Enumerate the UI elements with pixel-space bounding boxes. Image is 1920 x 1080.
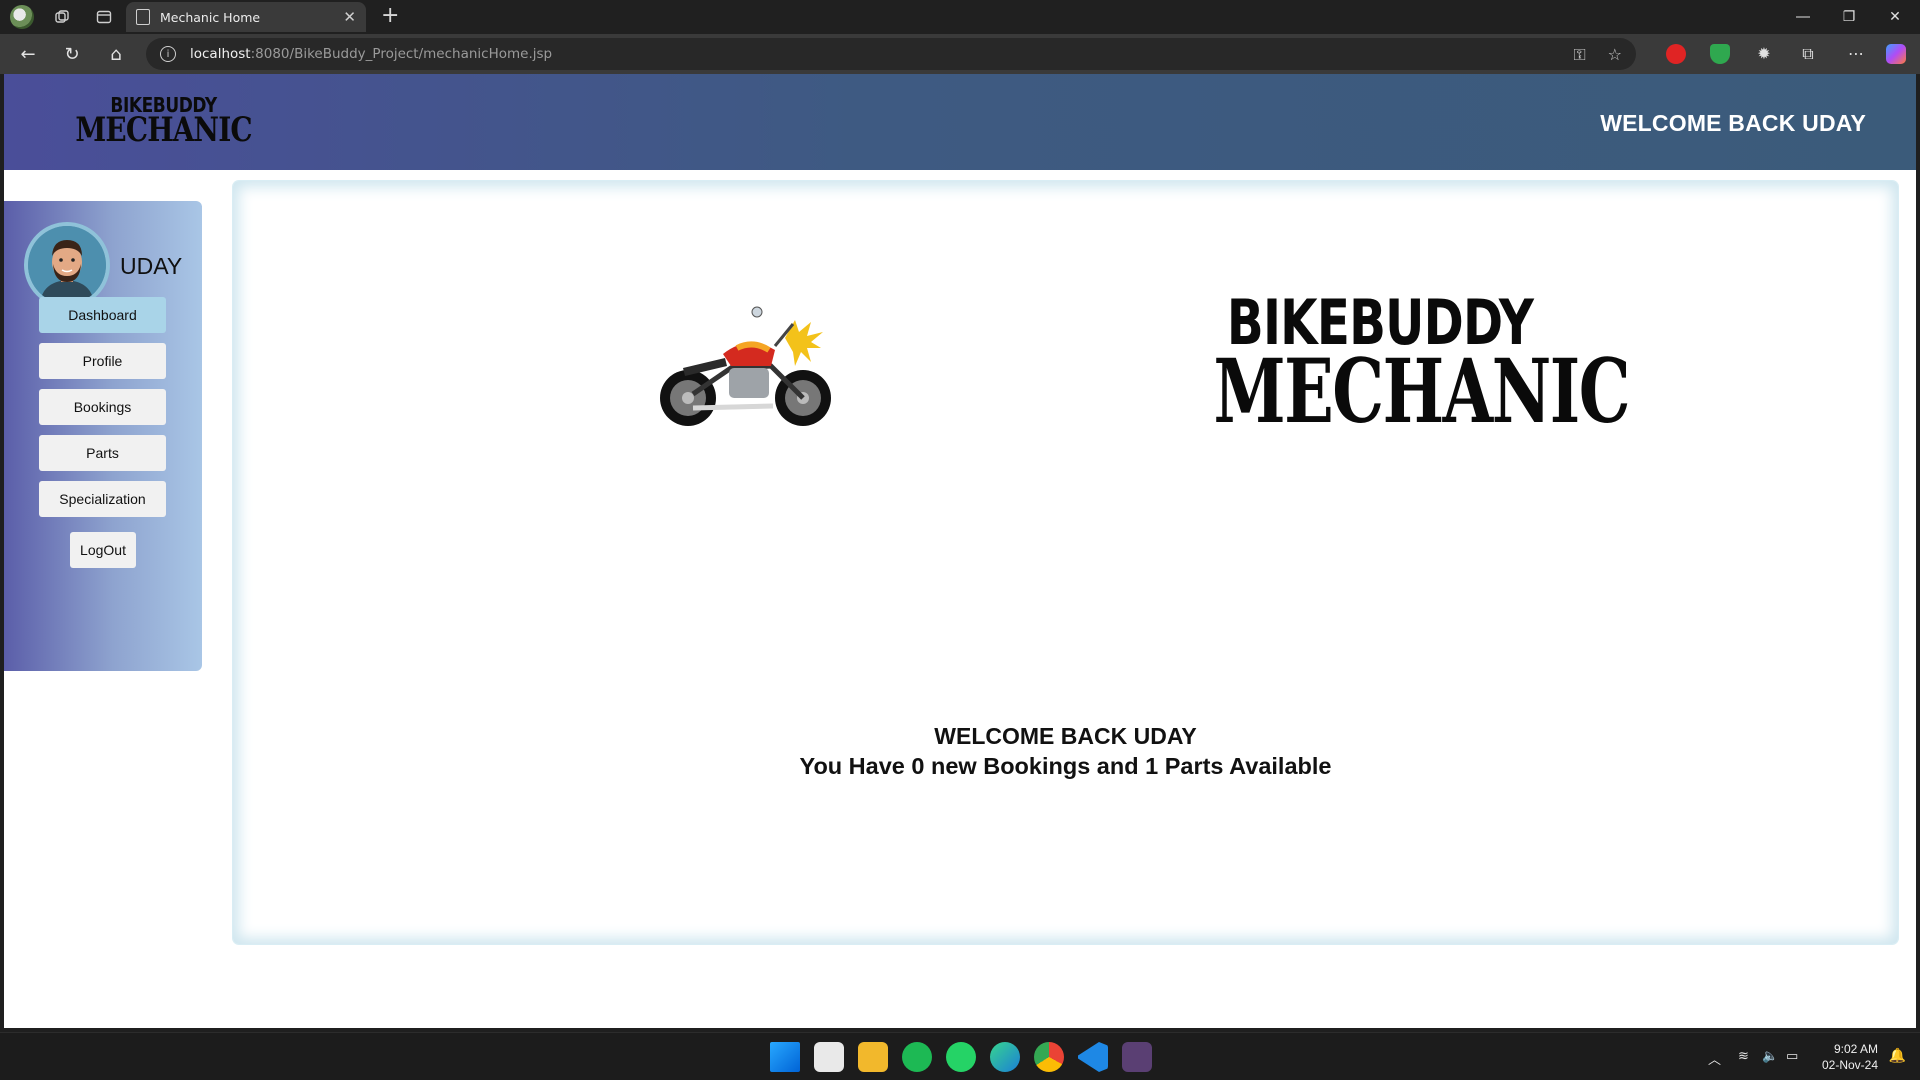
sidebar: UDAY Dashboard Profile Bookings Parts Sp… xyxy=(4,201,202,671)
welcome-message: WELCOME BACK UDAY You Have 0 new Booking… xyxy=(233,721,1898,781)
clock[interactable]: 9:02 AM 02-Nov-24 xyxy=(1822,1041,1878,1073)
browser-toolbar: ← ↻ ⌂ i localhost:8080/BikeBuddy_Project… xyxy=(0,34,1920,74)
edge-icon[interactable] xyxy=(990,1042,1020,1072)
app-icon[interactable] xyxy=(1122,1042,1152,1072)
home-icon[interactable]: ⌂ xyxy=(104,42,128,66)
tab-mechanic-home[interactable]: Mechanic Home ✕ xyxy=(126,2,366,32)
settings-extension-icon[interactable]: ✹ xyxy=(1754,44,1774,64)
sidebar-item-specialization[interactable]: Specialization xyxy=(39,481,166,517)
more-menu-icon[interactable]: ⋯ xyxy=(1846,44,1866,64)
sidebar-item-dashboard[interactable]: Dashboard xyxy=(39,297,166,333)
extensions-puzzle-icon[interactable]: ⧉ xyxy=(1798,44,1818,64)
restore-icon[interactable]: ❐ xyxy=(1826,0,1872,34)
site-header: BIKEBUDDY MECHANIC WELCOME BACK UDAY xyxy=(4,74,1916,170)
wifi-icon[interactable]: ≋ xyxy=(1738,1049,1749,1064)
page-viewport: BIKEBUDDY MECHANIC WELCOME BACK UDAY UDA… xyxy=(4,74,1916,1028)
browser-tab-bar: Mechanic Home ✕ + ― ❐ ✕ xyxy=(0,0,1920,34)
address-bar[interactable]: i localhost:8080/BikeBuddy_Project/mecha… xyxy=(146,38,1636,70)
store-icon[interactable] xyxy=(814,1042,844,1072)
tray-chevron-icon[interactable]: ︿ xyxy=(1708,1049,1721,1068)
key-icon[interactable]: ⚿ xyxy=(1573,45,1585,65)
close-window-icon[interactable]: ✕ xyxy=(1872,0,1918,34)
url-text[interactable]: localhost:8080/BikeBuddy_Project/mechani… xyxy=(190,46,552,62)
profile-avatar-icon[interactable] xyxy=(10,5,34,29)
welcome-title: WELCOME BACK UDAY xyxy=(934,723,1197,749)
close-tab-icon[interactable]: ✕ xyxy=(343,8,356,26)
spotify-icon[interactable] xyxy=(902,1042,932,1072)
logout-button[interactable]: LogOut xyxy=(70,532,136,568)
sidebar-item-profile[interactable]: Profile xyxy=(39,343,166,379)
refresh-icon[interactable]: ↻ xyxy=(60,42,84,66)
taskbar: ︿ ≋ 🔈 ▭ 9:02 AM 02-Nov-24 🔔 xyxy=(0,1032,1920,1080)
tab-actions-icon[interactable] xyxy=(92,5,116,29)
motorcycle-image xyxy=(660,306,831,426)
favorite-star-icon[interactable]: ☆ xyxy=(1608,45,1622,65)
vscode-icon[interactable] xyxy=(1078,1042,1108,1072)
workspaces-icon[interactable] xyxy=(50,5,74,29)
main-panel: BIKEBUDDY MECHANIC WELCOME BACK UDAY You… xyxy=(233,181,1898,944)
chrome-icon[interactable] xyxy=(1034,1042,1064,1072)
sidebar-username: UDAY xyxy=(120,253,183,279)
new-tab-button[interactable]: + xyxy=(381,4,399,28)
volume-icon[interactable]: 🔈 xyxy=(1762,1049,1778,1064)
sidebar-item-parts[interactable]: Parts xyxy=(39,435,166,471)
notification-bell-icon[interactable]: 🔔 xyxy=(1889,1048,1906,1064)
header-welcome-text: WELCOME BACK UDAY xyxy=(1600,110,1866,136)
shield-extension-icon[interactable] xyxy=(1710,44,1730,64)
page-icon xyxy=(136,9,150,25)
back-icon[interactable]: ← xyxy=(16,42,40,66)
avatar xyxy=(24,222,110,308)
site-info-icon[interactable]: i xyxy=(160,46,176,62)
file-explorer-icon[interactable] xyxy=(858,1042,888,1072)
tab-title: Mechanic Home xyxy=(160,9,261,25)
main-logo: BIKEBUDDY MECHANIC xyxy=(1213,286,1631,443)
extension-red-icon[interactable] xyxy=(1666,44,1686,64)
minimize-icon[interactable]: ― xyxy=(1780,0,1826,34)
sidebar-item-bookings[interactable]: Bookings xyxy=(39,389,166,425)
windows-start-icon[interactable] xyxy=(770,1042,800,1072)
whatsapp-icon[interactable] xyxy=(946,1042,976,1072)
copilot-icon[interactable] xyxy=(1886,44,1906,64)
battery-icon[interactable]: ▭ xyxy=(1786,1049,1798,1064)
bookings-parts-summary: You Have 0 new Bookings and 1 Parts Avai… xyxy=(799,753,1332,779)
header-logo[interactable]: BIKEBUDDY MECHANIC xyxy=(56,95,271,147)
